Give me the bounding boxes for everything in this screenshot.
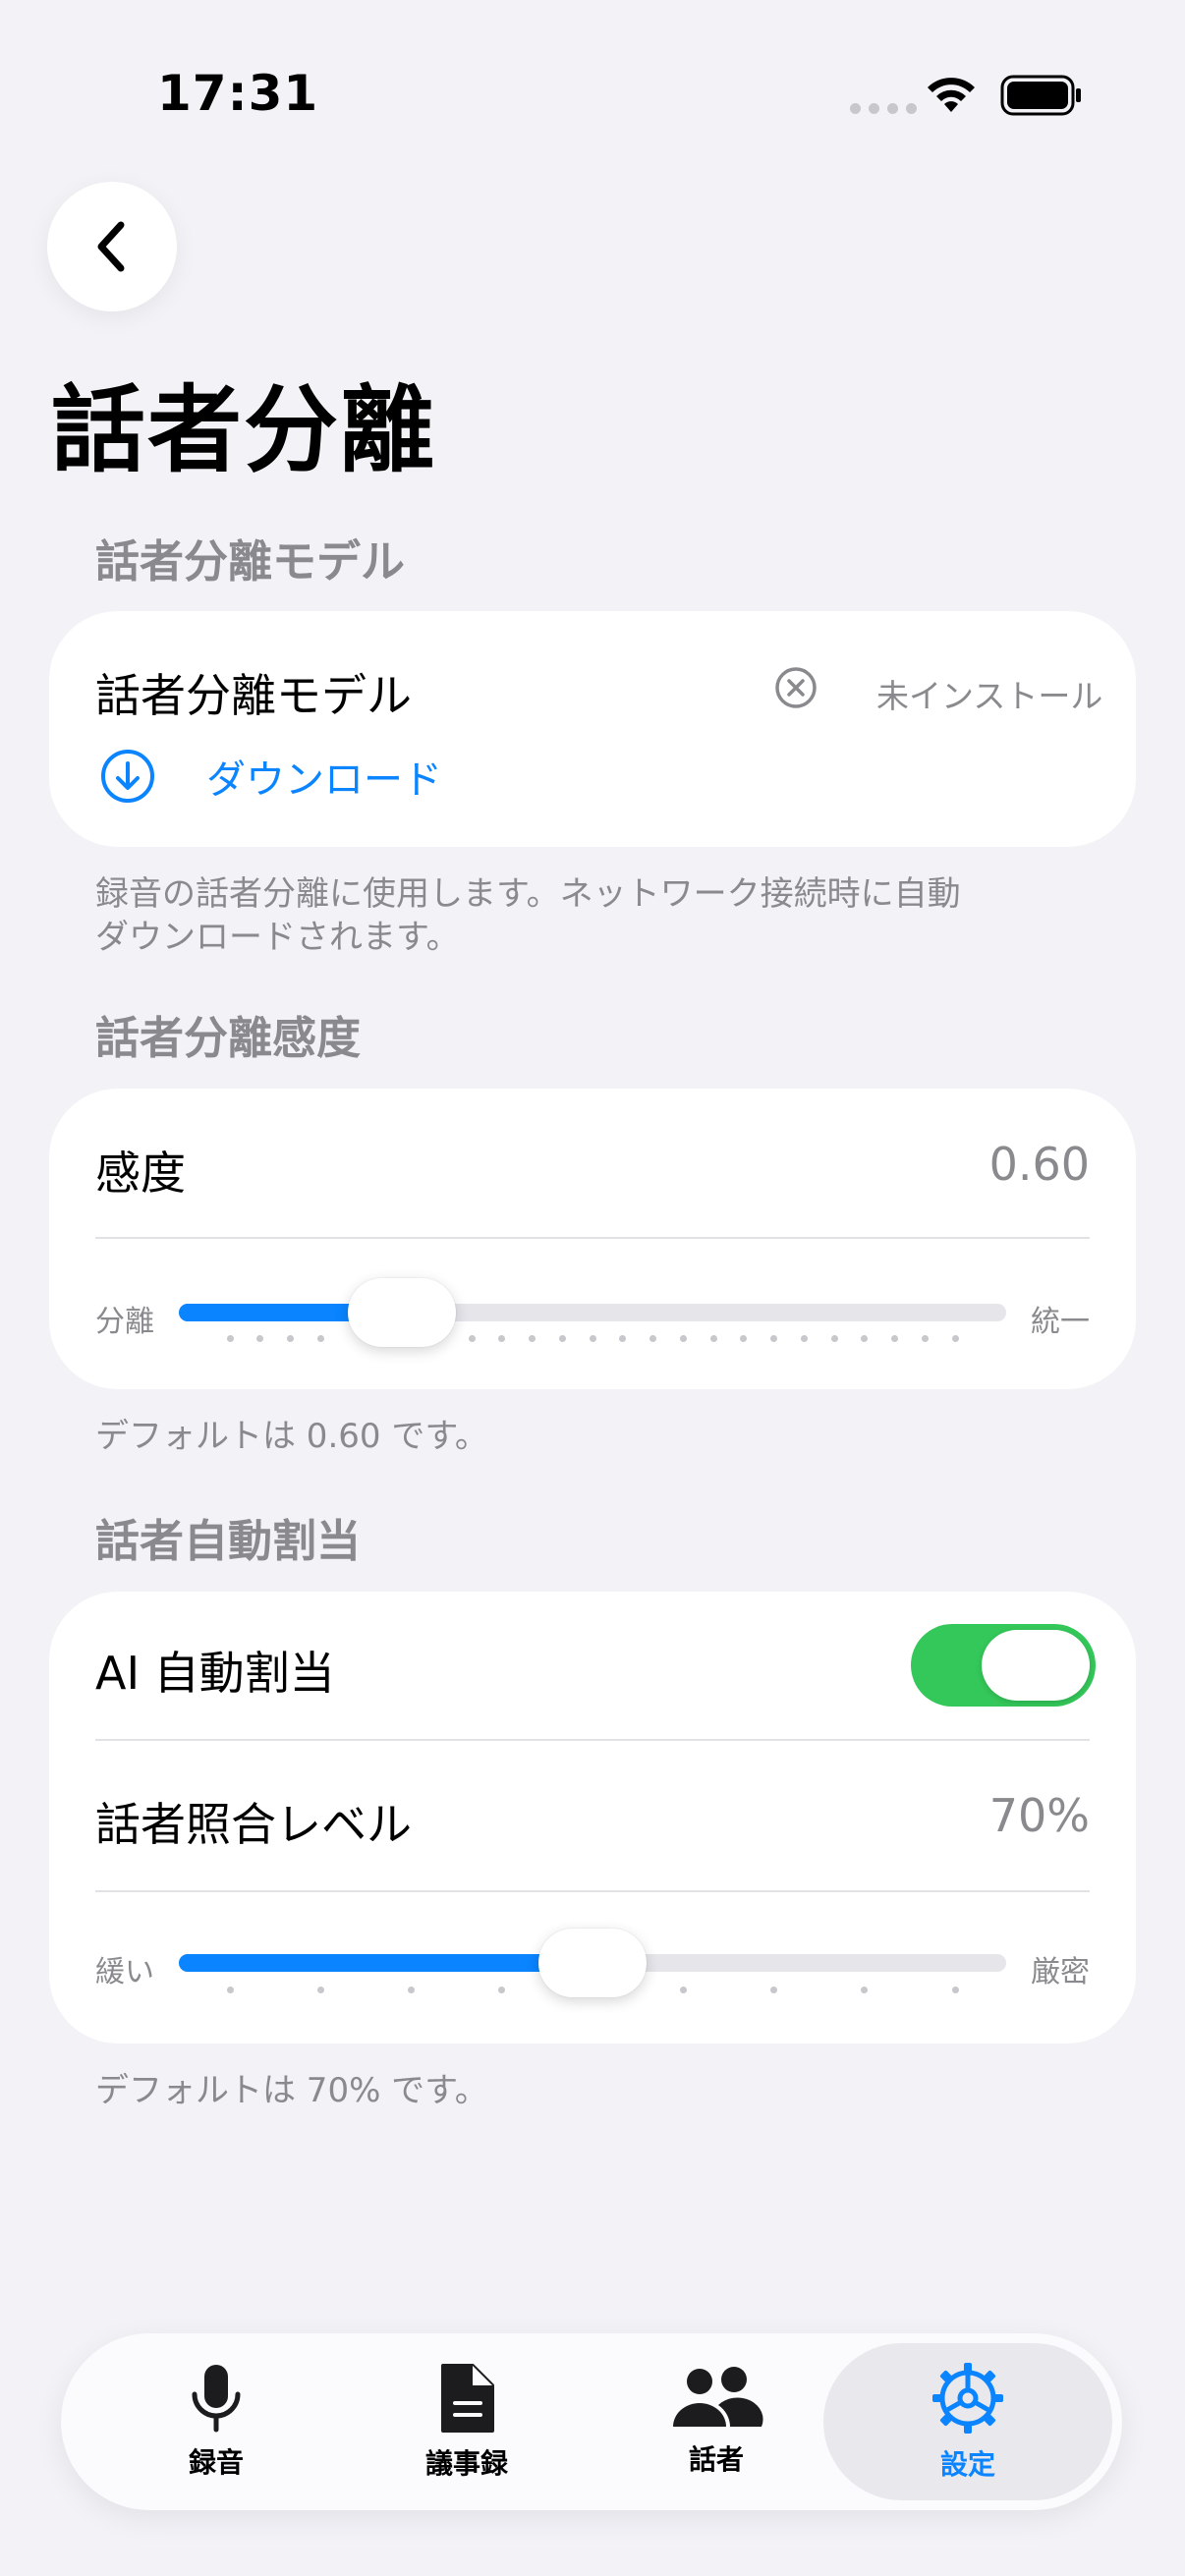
section-header-model: 話者分離モデル <box>95 535 406 588</box>
chevron-left-icon <box>97 221 125 272</box>
section-header-auto-assign: 話者自動割当 <box>95 1515 362 1567</box>
slider-tick <box>891 1335 898 1342</box>
slider-tick <box>316 1987 324 1993</box>
slider-tick <box>316 1335 324 1342</box>
model-card: 話者分離モデル 未インストール ダウンロード <box>49 611 1136 847</box>
slider-tick <box>951 1987 959 1993</box>
tab-minutes[interactable]: 議事録 <box>339 2343 594 2500</box>
sensitivity-slider[interactable] <box>179 1278 1006 1347</box>
download-icon <box>101 750 154 803</box>
tab-label: 議事録 <box>424 2447 508 2480</box>
download-button[interactable]: ダウンロード <box>100 742 513 811</box>
microphone-icon <box>192 2365 241 2433</box>
page-title: 話者分離 <box>51 375 436 485</box>
not-installed-x-circle-icon <box>775 667 817 708</box>
slider-tick <box>770 1987 777 1993</box>
slider-tick <box>740 1335 748 1342</box>
slider-tick <box>498 1335 506 1342</box>
slider-tick <box>861 1335 869 1342</box>
slider-tick <box>770 1335 777 1342</box>
ai-auto-assign-toggle[interactable] <box>911 1624 1096 1707</box>
slider-tick <box>408 1987 415 1993</box>
model-footnote-line1: 録音の話者分離に使用します。ネットワーク接続時に自動 <box>95 874 961 914</box>
match-level-value: 70% <box>988 1789 1090 1842</box>
auto-assign-footnote: デフォルトは 70% です。 <box>95 2071 488 2110</box>
tab-label: 話者 <box>688 2443 744 2476</box>
sensitivity-max-label: 統一 <box>1031 1305 1090 1339</box>
sensitivity-tick-marks <box>179 1335 1006 1345</box>
sensitivity-card: 感度 0.60 分離 統一 <box>49 1089 1136 1389</box>
divider <box>95 1739 1090 1741</box>
slider-tick <box>830 1335 838 1342</box>
slider-tick <box>529 1335 536 1342</box>
slider-tick <box>226 1335 234 1342</box>
slider-tick <box>558 1335 566 1342</box>
match-min-label: 緩い <box>95 1955 154 1989</box>
slider-tick <box>709 1335 717 1342</box>
slider-tick <box>951 1335 959 1342</box>
match-max-label: 厳密 <box>1031 1955 1090 1989</box>
cellular-signal-icon <box>850 103 917 114</box>
slider-tick <box>226 1987 234 1993</box>
back-button[interactable] <box>47 182 177 311</box>
sensitivity-label: 感度 <box>95 1147 186 1200</box>
match-level-slider[interactable] <box>179 1929 1006 1997</box>
tab-speakers[interactable]: 話者 <box>589 2343 844 2500</box>
slider-tick <box>468 1335 476 1342</box>
gear-icon <box>932 2363 1003 2434</box>
toggle-knob <box>982 1630 1090 1701</box>
document-icon <box>441 2364 494 2433</box>
slider-tick <box>498 1987 506 1993</box>
sensitivity-footnote: デフォルトは 0.60 です。 <box>95 1417 488 1456</box>
wifi-icon <box>928 78 975 112</box>
slider-tick <box>921 1335 929 1342</box>
slider-tick <box>589 1335 596 1342</box>
divider <box>95 1890 1090 1892</box>
match-level-tick-marks <box>179 1987 1006 1996</box>
slider-tick <box>256 1335 264 1342</box>
sensitivity-min-label: 分離 <box>95 1305 154 1339</box>
slider-tick <box>679 1335 687 1342</box>
slider-tick <box>800 1335 808 1342</box>
tab-recording[interactable]: 録音 <box>88 2343 344 2500</box>
model-footnote-line2: ダウンロードされます。 <box>95 918 460 957</box>
slider-tick <box>287 1335 294 1342</box>
slider-tick <box>619 1335 627 1342</box>
sensitivity-value: 0.60 <box>988 1138 1090 1191</box>
tab-label: 録音 <box>188 2446 244 2479</box>
tab-bar: 録音 議事録 話者 設定 <box>61 2333 1122 2510</box>
slider-tick <box>679 1987 687 1993</box>
model-status: 未インストール <box>876 677 1103 715</box>
model-footnote: 録音の話者分離に使用します。ネットワーク接続時に自動 ダウンロードされます。 <box>95 872 961 959</box>
tab-label: 設定 <box>939 2448 995 2481</box>
download-label: ダウンロード <box>206 757 442 803</box>
battery-icon <box>1000 75 1083 120</box>
slider-tick <box>861 1987 869 1993</box>
status-time: 17:31 <box>157 65 319 122</box>
tab-settings[interactable]: 設定 <box>823 2343 1112 2500</box>
model-row-label: 話者分離モデル <box>95 669 412 722</box>
ai-auto-assign-label: AI 自動割当 <box>95 1647 335 1700</box>
people-icon <box>673 2367 763 2427</box>
divider <box>95 1237 1090 1239</box>
slider-tick <box>649 1335 656 1342</box>
section-header-sensitivity: 話者分離感度 <box>95 1012 362 1064</box>
match-level-label: 話者照合レベル <box>95 1798 412 1851</box>
